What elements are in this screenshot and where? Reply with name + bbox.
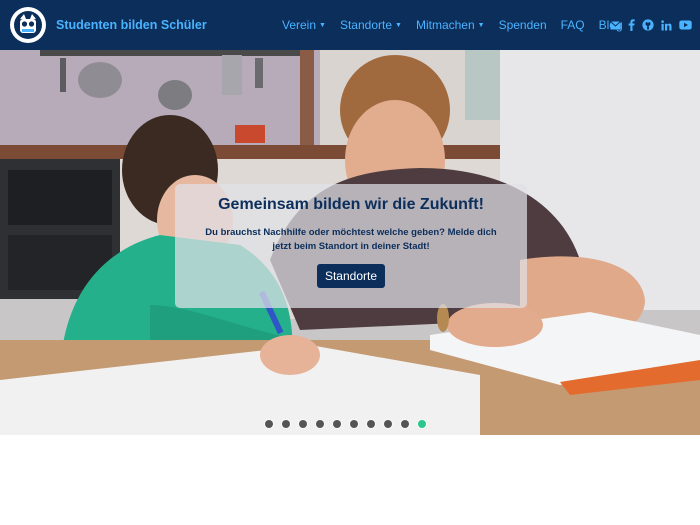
slide-dot[interactable] bbox=[265, 420, 273, 428]
brand-name: Studenten bilden Schüler bbox=[56, 18, 207, 32]
logo-icon bbox=[10, 7, 46, 43]
hero-title: Gemeinsam bilden wir die Zukunft! bbox=[218, 196, 484, 213]
nav-label: FAQ bbox=[560, 18, 585, 32]
slide-dot[interactable] bbox=[316, 420, 324, 428]
hero-text: Du brauchst Nachhilfe oder möchtest welc… bbox=[205, 227, 497, 252]
main-nav: Verein ▼ Standorte ▼ Mitmachen ▼ Spenden… bbox=[282, 0, 637, 50]
slide-indicators bbox=[265, 420, 435, 428]
chevron-down-icon: ▼ bbox=[477, 21, 485, 29]
slide-dot[interactable] bbox=[350, 420, 358, 428]
slide-dot[interactable] bbox=[401, 420, 409, 428]
chevron-down-icon: ▼ bbox=[319, 21, 326, 29]
nav-label: Spenden bbox=[498, 18, 547, 32]
nav-item-mitmachen[interactable]: Mitmachen ▼ bbox=[416, 18, 485, 32]
nav-label: Standorte bbox=[339, 18, 393, 32]
nav-item-standorte[interactable]: Standorte ▼ bbox=[340, 18, 402, 32]
slide-dot[interactable] bbox=[384, 420, 392, 428]
nav-label: Mitmachen bbox=[415, 18, 475, 32]
nav-item-faq[interactable]: FAQ bbox=[561, 18, 585, 32]
youtube-icon[interactable] bbox=[679, 20, 692, 30]
slide-dot[interactable] bbox=[333, 420, 341, 428]
slide-dot[interactable] bbox=[367, 420, 375, 428]
navbar: Studenten bilden Schüler Verein ▼ Stando… bbox=[0, 0, 700, 50]
mail-icon[interactable] bbox=[610, 20, 621, 30]
slide-dot-active[interactable] bbox=[418, 420, 426, 428]
social-links bbox=[603, 0, 692, 50]
nav-item-verein[interactable]: Verein ▼ bbox=[282, 18, 326, 32]
standorte-button[interactable]: Standorte bbox=[316, 264, 386, 288]
nav-label: Verein bbox=[282, 18, 317, 32]
hero-caption: Gemeinsam bilden wir die Zukunft! Du bra… bbox=[175, 184, 527, 308]
brand-link[interactable]: Studenten bilden Schüler bbox=[10, 7, 207, 43]
hero-slider: Gemeinsam bilden wir die Zukunft! Du bra… bbox=[0, 50, 700, 435]
linkedin-icon[interactable] bbox=[661, 19, 672, 31]
chevron-down-icon: ▼ bbox=[395, 21, 402, 29]
facebook-icon[interactable] bbox=[628, 19, 635, 31]
nav-item-spenden[interactable]: Spenden bbox=[499, 18, 547, 32]
slide-dot[interactable] bbox=[282, 420, 290, 428]
github-icon[interactable] bbox=[642, 19, 654, 31]
slide-dot[interactable] bbox=[299, 420, 307, 428]
